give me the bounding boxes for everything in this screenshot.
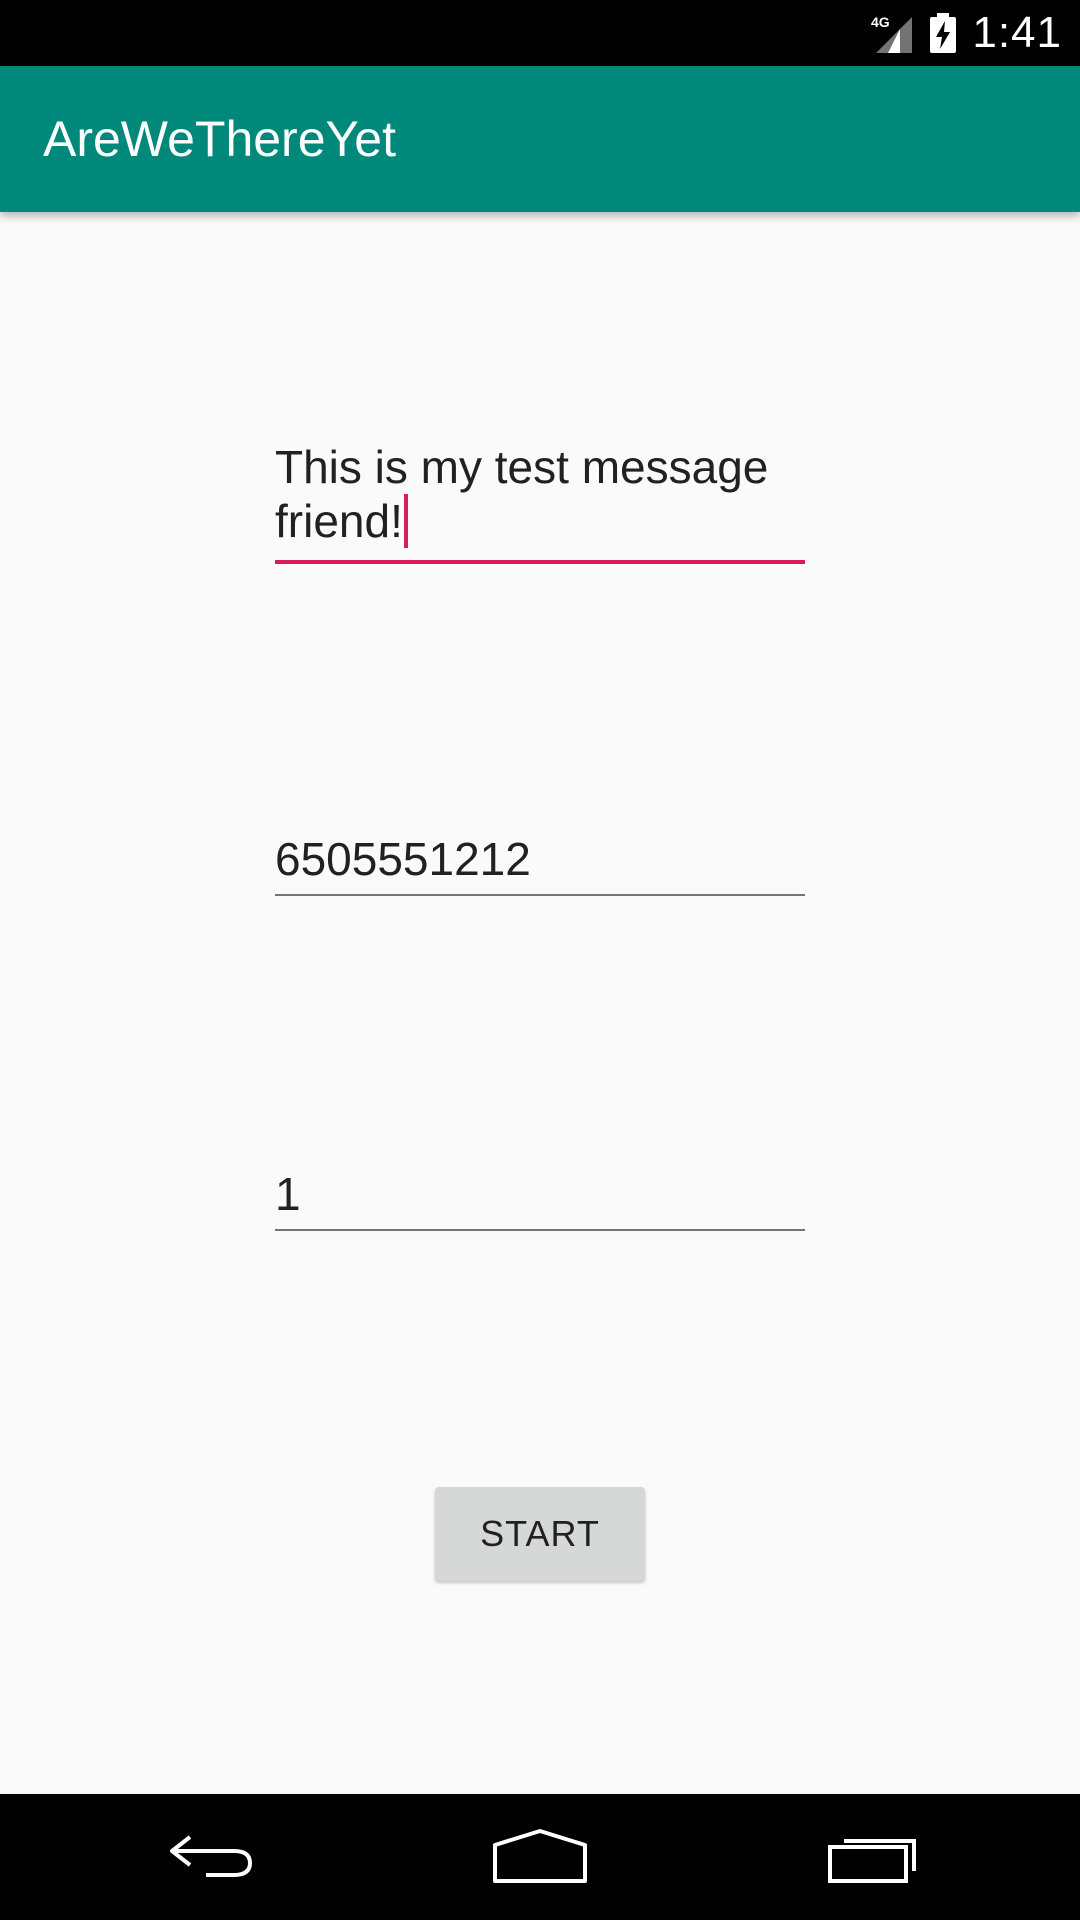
status-icons: 4G 1:41 <box>870 0 1062 66</box>
status-bar: 4G 1:41 <box>0 0 1080 66</box>
start-button[interactable]: START <box>435 1487 645 1581</box>
back-icon[interactable] <box>160 1827 260 1887</box>
interval-field[interactable]: 1 <box>275 1167 805 1231</box>
home-icon[interactable] <box>490 1827 590 1887</box>
status-time: 1:41 <box>972 8 1062 57</box>
signal-4g-icon: 4G <box>871 14 913 53</box>
app-title: AreWeThereYet <box>43 111 396 167</box>
recents-icon[interactable] <box>822 1827 922 1887</box>
phone-number-underline <box>275 894 805 896</box>
message-field[interactable]: This is my test message friend! <box>275 440 805 564</box>
navigation-bar <box>0 1794 1080 1920</box>
text-cursor <box>403 494 408 548</box>
phone-number-value: 6505551212 <box>275 833 531 885</box>
message-field-text: This is my test message friend! <box>275 440 805 548</box>
start-button-label: START <box>480 1513 600 1554</box>
message-field-underline <box>275 560 805 564</box>
interval-underline <box>275 1229 805 1231</box>
message-field-value: This is my test message friend! <box>275 441 782 547</box>
app-screen: 4G 1:41 AreWeThereYet This is my test me… <box>0 0 1080 1920</box>
phone-number-field[interactable]: 6505551212 <box>275 832 805 896</box>
interval-value: 1 <box>275 1168 301 1220</box>
network-type-label: 4G <box>871 14 890 30</box>
app-bar: AreWeThereYet <box>0 66 1080 212</box>
battery-charging-icon <box>930 13 957 53</box>
